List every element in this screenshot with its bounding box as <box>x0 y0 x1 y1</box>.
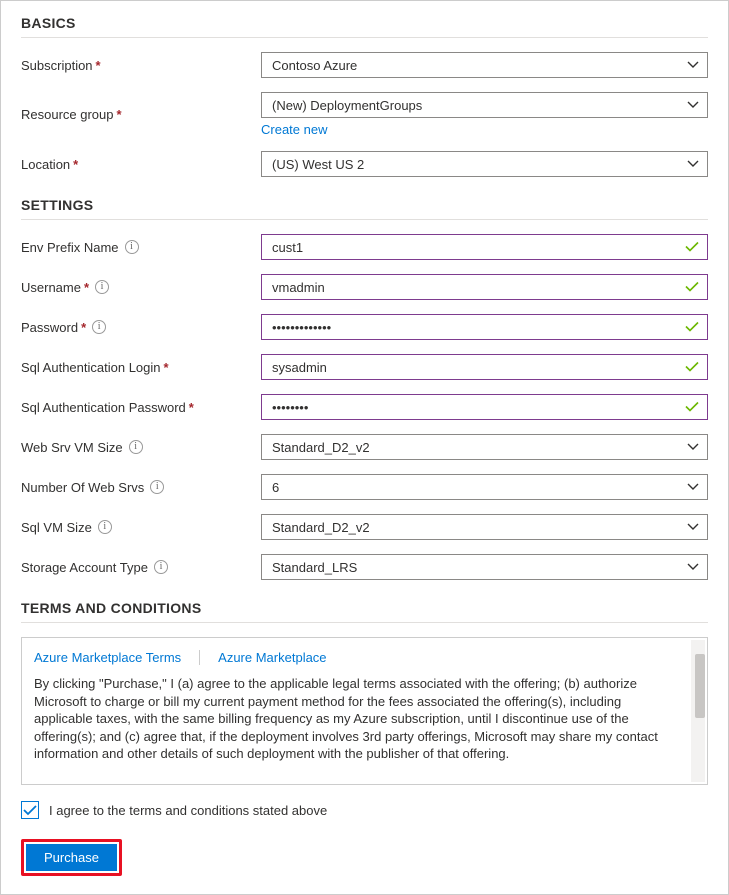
check-icon <box>685 402 699 413</box>
agree-row: I agree to the terms and conditions stat… <box>21 801 708 819</box>
storage-type-label: Storage Account Type i <box>21 560 261 575</box>
subscription-row: Subscription* Contoso Azure <box>21 52 708 78</box>
info-icon[interactable]: i <box>98 520 112 534</box>
agree-label: I agree to the terms and conditions stat… <box>49 803 327 818</box>
purchase-highlight: Purchase <box>21 839 122 876</box>
chevron-down-icon <box>687 101 699 109</box>
info-icon[interactable]: i <box>95 280 109 294</box>
storage-type-select[interactable]: Standard_LRS <box>261 554 708 580</box>
sql-password-label: Sql Authentication Password* <box>21 400 261 415</box>
storage-type-row: Storage Account Type i Standard_LRS <box>21 554 708 580</box>
check-icon <box>685 362 699 373</box>
required-asterisk: * <box>96 58 101 73</box>
check-icon <box>685 322 699 333</box>
required-asterisk: * <box>189 400 194 415</box>
check-icon <box>685 242 699 253</box>
info-icon[interactable]: i <box>150 480 164 494</box>
settings-heading: SETTINGS <box>21 197 708 220</box>
num-web-srvs-label: Number Of Web Srvs i <box>21 480 261 495</box>
subscription-select[interactable]: Contoso Azure <box>261 52 708 78</box>
create-new-link[interactable]: Create new <box>261 122 327 137</box>
resource-group-label: Resource group* <box>21 107 261 122</box>
sql-password-row: Sql Authentication Password* •••••••• <box>21 394 708 420</box>
env-prefix-input[interactable]: cust1 <box>261 234 708 260</box>
sql-login-row: Sql Authentication Login* sysadmin <box>21 354 708 380</box>
sql-vm-size-label: Sql VM Size i <box>21 520 261 535</box>
required-asterisk: * <box>84 280 89 295</box>
tab-marketplace-terms[interactable]: Azure Marketplace Terms <box>34 650 200 665</box>
sql-vm-size-row: Sql VM Size i Standard_D2_v2 <box>21 514 708 540</box>
purchase-button[interactable]: Purchase <box>26 844 117 871</box>
subscription-label: Subscription* <box>21 58 261 73</box>
terms-tabs: Azure Marketplace Terms Azure Marketplac… <box>34 650 681 665</box>
sql-password-input[interactable]: •••••••• <box>261 394 708 420</box>
chevron-down-icon <box>687 483 699 491</box>
web-vm-size-label: Web Srv VM Size i <box>21 440 261 455</box>
username-label: Username* i <box>21 280 261 295</box>
form-panel: BASICS Subscription* Contoso Azure Resou… <box>0 0 729 895</box>
check-icon <box>685 282 699 293</box>
info-icon[interactable]: i <box>154 560 168 574</box>
location-select[interactable]: (US) West US 2 <box>261 151 708 177</box>
password-label: Password* i <box>21 320 261 335</box>
scrollbar-thumb[interactable] <box>695 654 705 718</box>
basics-heading: BASICS <box>21 15 708 38</box>
required-asterisk: * <box>164 360 169 375</box>
num-web-srvs-row: Number Of Web Srvs i 6 <box>21 474 708 500</box>
check-icon <box>23 805 37 816</box>
web-vm-size-select[interactable]: Standard_D2_v2 <box>261 434 708 460</box>
password-row: Password* i ••••••••••••• <box>21 314 708 340</box>
terms-heading: TERMS AND CONDITIONS <box>21 600 708 623</box>
info-icon[interactable]: i <box>92 320 106 334</box>
info-icon[interactable]: i <box>125 240 139 254</box>
terms-box: Azure Marketplace Terms Azure Marketplac… <box>21 637 708 785</box>
required-asterisk: * <box>117 107 122 122</box>
password-input[interactable]: ••••••••••••• <box>261 314 708 340</box>
chevron-down-icon <box>687 443 699 451</box>
tab-marketplace[interactable]: Azure Marketplace <box>218 650 326 665</box>
chevron-down-icon <box>687 160 699 168</box>
num-web-srvs-select[interactable]: 6 <box>261 474 708 500</box>
terms-text: By clicking "Purchase," I (a) agree to t… <box>34 675 681 763</box>
chevron-down-icon <box>687 563 699 571</box>
agree-checkbox[interactable] <box>21 801 39 819</box>
location-row: Location* (US) West US 2 <box>21 151 708 177</box>
web-vm-size-row: Web Srv VM Size i Standard_D2_v2 <box>21 434 708 460</box>
sql-login-input[interactable]: sysadmin <box>261 354 708 380</box>
resource-group-row: Resource group* (New) DeploymentGroups C… <box>21 92 708 137</box>
chevron-down-icon <box>687 523 699 531</box>
sql-login-label: Sql Authentication Login* <box>21 360 261 375</box>
username-input[interactable]: vmadmin <box>261 274 708 300</box>
location-label: Location* <box>21 157 261 172</box>
info-icon[interactable]: i <box>129 440 143 454</box>
required-asterisk: * <box>81 320 86 335</box>
username-row: Username* i vmadmin <box>21 274 708 300</box>
resource-group-select[interactable]: (New) DeploymentGroups <box>261 92 708 118</box>
env-prefix-row: Env Prefix Name i cust1 <box>21 234 708 260</box>
chevron-down-icon <box>687 61 699 69</box>
sql-vm-size-select[interactable]: Standard_D2_v2 <box>261 514 708 540</box>
required-asterisk: * <box>73 157 78 172</box>
env-prefix-label: Env Prefix Name i <box>21 240 261 255</box>
